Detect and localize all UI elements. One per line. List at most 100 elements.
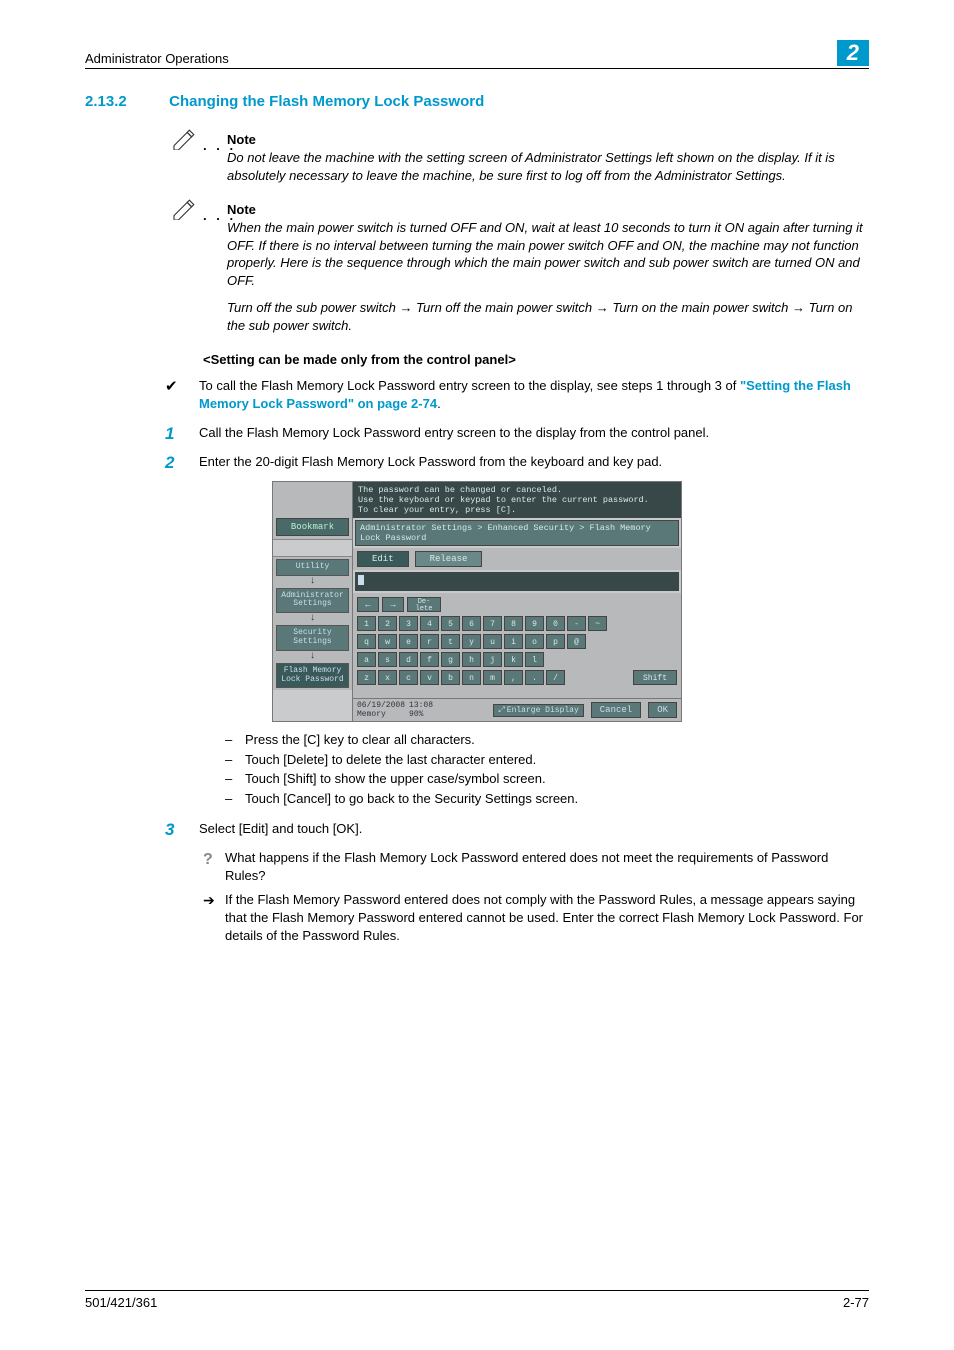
question-row: ? What happens if the Flash Memory Lock …: [203, 849, 869, 885]
key-right[interactable]: →: [382, 597, 404, 612]
cancel-button[interactable]: Cancel: [591, 702, 641, 718]
key-9[interactable]: 9: [525, 616, 544, 631]
pencil-icon: [171, 128, 199, 150]
tab-edit[interactable]: Edit: [357, 551, 409, 567]
key-f[interactable]: f: [420, 652, 439, 667]
key-@[interactable]: @: [567, 634, 586, 649]
section-title-text: Changing the Flash Memory Lock Password: [169, 93, 484, 110]
note-body: Do not leave the machine with the settin…: [227, 149, 869, 184]
key-c[interactable]: c: [399, 670, 418, 685]
tab-release[interactable]: Release: [415, 551, 483, 567]
device-instructions: The password can be changed or canceled.…: [353, 482, 681, 519]
key-0[interactable]: 0: [546, 616, 565, 631]
arrow-down-icon: ↓: [273, 578, 352, 586]
device-footer: 06/19/2008 Memory 13:08 90% ⤢Enlarge Dis…: [353, 698, 681, 721]
page-header: Administrator Operations 2: [85, 40, 869, 69]
page-footer: 501/421/361 2-77: [85, 1290, 869, 1310]
key-z[interactable]: z: [357, 670, 376, 685]
key-d[interactable]: d: [399, 652, 418, 667]
password-input[interactable]: [355, 572, 679, 591]
key-j[interactable]: j: [483, 652, 502, 667]
section-number: 2.13.2: [85, 93, 165, 110]
key-g[interactable]: g: [441, 652, 460, 667]
key-6[interactable]: 6: [462, 616, 481, 631]
step-number: 1: [165, 424, 199, 442]
key-m[interactable]: m: [483, 670, 502, 685]
key-s[interactable]: s: [378, 652, 397, 667]
step-row: 2 Enter the 20-digit Flash Memory Lock P…: [165, 453, 869, 471]
key-delete[interactable]: De-lete: [407, 597, 441, 612]
key-w[interactable]: w: [378, 634, 397, 649]
key-a[interactable]: a: [357, 652, 376, 667]
key-.[interactable]: .: [525, 670, 544, 685]
key-~[interactable]: ~: [588, 616, 607, 631]
key-shift[interactable]: Shift: [633, 670, 677, 685]
step-text: Call the Flash Memory Lock Password entr…: [199, 424, 709, 442]
sidebar-flash-memory[interactable]: Flash Memory Lock Password: [276, 663, 349, 689]
key-x[interactable]: x: [378, 670, 397, 685]
ellipsis-icon: . . .: [203, 138, 236, 153]
key-2[interactable]: 2: [378, 616, 397, 631]
key-o[interactable]: o: [525, 634, 544, 649]
question-icon: ?: [203, 849, 225, 885]
key-u[interactable]: u: [483, 634, 502, 649]
bookmark-button[interactable]: Bookmark: [276, 518, 349, 536]
key-left[interactable]: ←: [357, 597, 379, 612]
sidebar-utility[interactable]: Utility: [276, 559, 349, 576]
answer-text: If the Flash Memory Password entered doe…: [225, 891, 869, 946]
tip-text: Touch [Delete] to delete the last charac…: [245, 750, 536, 770]
key--[interactable]: -: [567, 616, 586, 631]
chapter-number: 2: [837, 40, 869, 66]
key-b[interactable]: b: [441, 670, 460, 685]
key-3[interactable]: 3: [399, 616, 418, 631]
sidebar-security-settings[interactable]: Security Settings: [276, 625, 349, 651]
key-t[interactable]: t: [441, 634, 460, 649]
key-5[interactable]: 5: [441, 616, 460, 631]
step-text: Select [Edit] and touch [OK].: [199, 820, 362, 838]
arrow-down-icon: ↓: [273, 615, 352, 623]
question-text: What happens if the Flash Memory Lock Pa…: [225, 849, 869, 885]
note-body: When the main power switch is turned OFF…: [227, 219, 869, 289]
step-row: 3 Select [Edit] and touch [OK].: [165, 820, 869, 838]
note-label: Note: [227, 202, 869, 217]
key-n[interactable]: n: [462, 670, 481, 685]
step-number: 2: [165, 453, 199, 471]
onscreen-keyboard: ← → De-lete 1234567890-~ qwertyuiop@ asd…: [353, 593, 681, 698]
key-8[interactable]: 8: [504, 616, 523, 631]
key-,[interactable]: ,: [504, 670, 523, 685]
key-4[interactable]: 4: [420, 616, 439, 631]
step-number: 3: [165, 820, 199, 838]
key-7[interactable]: 7: [483, 616, 502, 631]
note-block: . . . Note When the main power switch is…: [203, 202, 869, 334]
key-p[interactable]: p: [546, 634, 565, 649]
key-r[interactable]: r: [420, 634, 439, 649]
tips-list: –Press the [C] key to clear all characte…: [225, 730, 869, 808]
prereq-row: ✔ To call the Flash Memory Lock Password…: [165, 377, 869, 412]
answer-row: ➔ If the Flash Memory Password entered d…: [203, 891, 869, 946]
footer-left: 501/421/361: [85, 1295, 157, 1310]
footer-right: 2-77: [843, 1295, 869, 1310]
note-body-extra: Turn off the sub power switch → Turn off…: [227, 299, 869, 334]
enlarge-display-button[interactable]: ⤢Enlarge Display: [493, 704, 583, 717]
key-k[interactable]: k: [504, 652, 523, 667]
sidebar-admin-settings[interactable]: Administrator Settings: [276, 588, 349, 614]
prereq-text: To call the Flash Memory Lock Password e…: [199, 377, 869, 412]
key-i[interactable]: i: [504, 634, 523, 649]
key-v[interactable]: v: [420, 670, 439, 685]
arrow-right-icon: ➔: [203, 891, 225, 946]
ellipsis-icon: . . .: [203, 208, 236, 223]
key-/[interactable]: /: [546, 670, 565, 685]
section-heading: 2.13.2 Changing the Flash Memory Lock Pa…: [85, 93, 869, 110]
key-l[interactable]: l: [525, 652, 544, 667]
ok-button[interactable]: OK: [648, 702, 677, 718]
key-1[interactable]: 1: [357, 616, 376, 631]
arrow-down-icon: ↓: [273, 653, 352, 661]
step-text: Enter the 20-digit Flash Memory Lock Pas…: [199, 453, 662, 471]
key-e[interactable]: e: [399, 634, 418, 649]
checkmark-icon: ✔: [165, 377, 199, 412]
key-q[interactable]: q: [357, 634, 376, 649]
header-title: Administrator Operations: [85, 51, 229, 66]
key-y[interactable]: y: [462, 634, 481, 649]
key-h[interactable]: h: [462, 652, 481, 667]
step-row: 1 Call the Flash Memory Lock Password en…: [165, 424, 869, 442]
